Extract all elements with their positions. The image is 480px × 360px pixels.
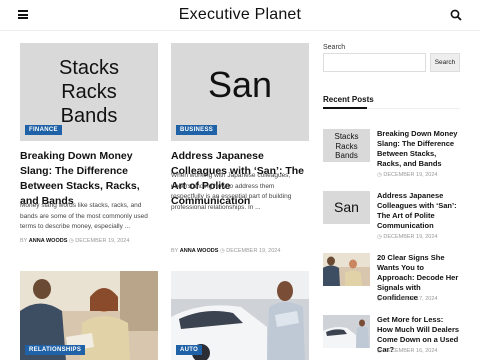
clock-icon: ◷ — [377, 172, 382, 178]
post-thumbnail[interactable]: Stacks Racks Bands FINANCE — [20, 43, 158, 141]
post-date: DECEMBER 19, 2024 — [75, 238, 130, 244]
clock-icon: ◷ — [377, 348, 382, 354]
recent-post-thumbnail[interactable]: Stacks Racks Bands — [323, 129, 370, 162]
recent-post-title[interactable]: Breaking Down Money Slang: The Differenc… — [377, 129, 460, 169]
search-icon[interactable] — [450, 9, 462, 21]
recent-post-date-text: DECEMBER 19, 2024 — [383, 234, 438, 240]
recent-post-date: ◷ DECEMBER 19, 2024 — [377, 234, 437, 240]
cafe-people-photo[interactable]: RELATIONSHIPS — [20, 271, 158, 360]
clock-icon: ◷ — [219, 248, 225, 254]
clock-icon: ◷ — [377, 296, 382, 302]
post-meta: BY ANNA WOODS ◷ DECEMBER 19, 2024 — [171, 248, 280, 254]
category-badge[interactable]: RELATIONSHIPS — [25, 345, 86, 355]
clock-icon: ◷ — [377, 234, 382, 240]
post-date: DECEMBER 19, 2024 — [226, 248, 281, 254]
car-dealership-thumbnail[interactable] — [323, 315, 370, 348]
thumb-text-line: Stacks — [58, 57, 120, 79]
search-button[interactable]: Search — [430, 53, 460, 72]
post-title[interactable]: Breaking Down Money Slang: The Differenc… — [20, 149, 158, 209]
recent-post-thumbnail[interactable]: San — [323, 191, 370, 224]
divider-accent — [323, 107, 367, 109]
category-badge[interactable]: BUSINESS — [176, 125, 218, 135]
recent-post-date: ◷ DECEMBER 16, 2024 — [377, 348, 437, 354]
recent-post-date-text: DECEMBER 17, 2024 — [383, 296, 438, 302]
category-badge[interactable]: FINANCE — [25, 125, 62, 135]
thumb-text-line: Racks — [335, 141, 358, 151]
author-link[interactable]: ANNA WOODS — [180, 248, 219, 254]
recent-post-date: ◷ DECEMBER 17, 2024 — [377, 296, 437, 302]
recent-post-date-text: DECEMBER 16, 2024 — [383, 348, 438, 354]
car-dealership-photo[interactable]: AUTO — [171, 271, 309, 360]
recent-post-date: ◷ DECEMBER 19, 2024 — [377, 172, 437, 178]
recent-post-date-text: DECEMBER 19, 2024 — [383, 172, 438, 178]
post-excerpt: When working with Japanese colleagues, u… — [171, 172, 292, 211]
category-badge[interactable]: AUTO — [176, 345, 203, 355]
thumb-text-line: Racks — [61, 81, 117, 103]
thumb-text-line: San — [334, 199, 359, 215]
author-link[interactable]: ANNA WOODS — [29, 238, 68, 244]
post-excerpt: Money slang words like stacks, racks, an… — [20, 202, 148, 230]
post-meta: BY ANNA WOODS ◷ DECEMBER 19, 2024 — [20, 238, 129, 244]
thumb-text-line: Stacks — [334, 132, 359, 141]
search-input[interactable] — [323, 53, 426, 72]
thumb-text-line: Bands — [335, 151, 358, 160]
by-label: BY — [171, 248, 179, 254]
thumb-text-line: San — [207, 64, 273, 105]
post-thumbnail[interactable]: San BUSINESS — [171, 43, 309, 141]
search-label: Search — [323, 44, 346, 51]
site-header: Executive Planet — [0, 0, 480, 31]
site-title[interactable]: Executive Planet — [0, 6, 480, 24]
recent-posts-heading: Recent Posts — [323, 95, 374, 104]
recent-post-title[interactable]: Address Japanese Colleagues with ‘San’: … — [377, 191, 460, 231]
clock-icon: ◷ — [68, 238, 74, 244]
by-label: BY — [20, 238, 28, 244]
cafe-people-thumbnail[interactable] — [323, 253, 370, 286]
